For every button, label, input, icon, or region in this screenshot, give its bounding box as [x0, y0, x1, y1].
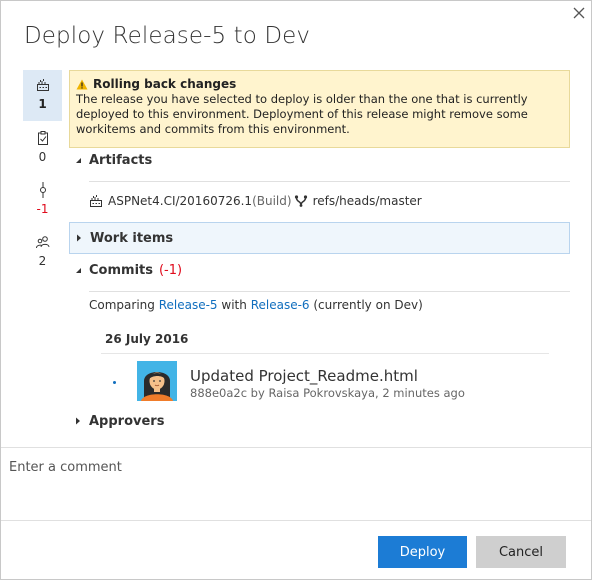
commit-title-link[interactable]: Updated Project_Readme.html — [190, 367, 418, 385]
deploy-button[interactable]: Deploy — [378, 536, 467, 568]
divider — [89, 291, 570, 292]
rail-item-artifacts[interactable]: 1 — [23, 70, 62, 121]
commit-meta: 888e0a2c by Raisa Pokrovskaya, 2 minutes… — [190, 386, 465, 400]
divider — [1, 520, 591, 521]
rail-count-commits: -1 — [36, 202, 49, 216]
compare-suffix: (currently on Dev) — [313, 298, 423, 312]
section-commits-label: Commits — [89, 262, 153, 278]
divider — [101, 353, 549, 354]
rail-item-approvers[interactable]: 2 — [23, 233, 62, 273]
chevron-right-icon — [70, 234, 88, 242]
warning-text: The release you have selected to deploy … — [76, 92, 528, 136]
rail-count-approvers: 2 — [38, 254, 47, 268]
artifact-row: ASPNet4.CI/20160726.1 (Build) refs/heads… — [89, 190, 422, 212]
artifact-branch: refs/heads/master — [312, 194, 422, 208]
rail-item-work-items[interactable]: 0 — [23, 129, 62, 169]
comment-input[interactable] — [2, 448, 591, 520]
build-icon — [36, 76, 50, 94]
compare-middle: with — [221, 298, 247, 312]
dialog-title: Deploy Release-5 to Dev — [24, 23, 311, 49]
rail-item-commits[interactable]: -1 — [23, 181, 62, 221]
section-approvers[interactable]: Approvers — [69, 405, 570, 437]
compare-prefix: Comparing — [89, 298, 155, 312]
section-commits[interactable]: Commits (-1) — [69, 254, 570, 286]
commit-date: 26 July 2016 — [105, 332, 189, 346]
divider — [89, 181, 570, 182]
section-approvers-label: Approvers — [89, 413, 165, 429]
warning-title: Rolling back changes — [93, 77, 237, 91]
build-icon — [89, 194, 103, 208]
chevron-right-icon — [69, 417, 87, 425]
commit-dot — [113, 381, 116, 384]
section-artifacts-label: Artifacts — [89, 152, 153, 168]
work-item-icon — [36, 129, 50, 147]
rail-count-artifacts: 1 — [38, 97, 47, 111]
commits-count: (-1) — [158, 262, 183, 278]
section-artifacts[interactable]: Artifacts — [69, 144, 570, 176]
artifact-name: ASPNet4.CI/20160726.1 — [108, 194, 253, 208]
close-icon[interactable] — [573, 7, 589, 23]
cancel-button[interactable]: Cancel — [476, 536, 566, 568]
release-from-link[interactable]: Release-5 — [159, 298, 218, 312]
chevron-down-icon — [69, 267, 87, 274]
avatar — [137, 361, 177, 401]
section-work-items-label: Work items — [90, 230, 174, 246]
warning-icon — [76, 79, 88, 89]
commit-icon — [38, 181, 48, 199]
branch-icon — [294, 195, 308, 207]
users-icon — [35, 233, 51, 251]
compare-row: Comparing Release-5 with Release-6 (curr… — [89, 298, 423, 312]
warning-title-row: Rolling back changes — [76, 77, 563, 91]
chevron-down-icon — [69, 157, 87, 164]
artifact-type: (Build) — [252, 194, 292, 208]
release-to-link[interactable]: Release-6 — [251, 298, 310, 312]
rollback-warning: Rolling back changes The release you hav… — [69, 70, 570, 148]
deploy-dialog: Deploy Release-5 to Dev 1 0 -1 2 Rolling… — [0, 0, 592, 580]
rail-count-work-items: 0 — [38, 150, 47, 164]
section-work-items[interactable]: Work items — [69, 222, 570, 254]
